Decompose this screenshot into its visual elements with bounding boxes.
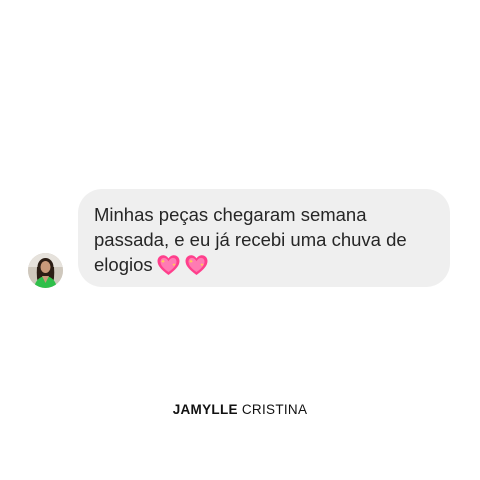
message-bubble: Minhas peças chegaram semana passada, e … xyxy=(78,189,450,287)
emoji-group xyxy=(156,253,212,283)
author-name: JAMYLLE CRISTINA xyxy=(0,402,480,417)
avatar[interactable] xyxy=(28,253,63,288)
author-first-name: JAMYLLE xyxy=(172,402,238,417)
sparkling-heart-icon xyxy=(184,253,209,277)
sparkling-heart-icon xyxy=(156,253,181,277)
testimonial-card: { "message": { "text": "Minhas peças che… xyxy=(0,0,480,480)
author-last-name: CRISTINA xyxy=(241,402,308,417)
message-text: Minhas peças chegaram semana passada, e … xyxy=(94,202,432,283)
message-body: Minhas peças chegaram semana passada, e … xyxy=(94,204,407,275)
